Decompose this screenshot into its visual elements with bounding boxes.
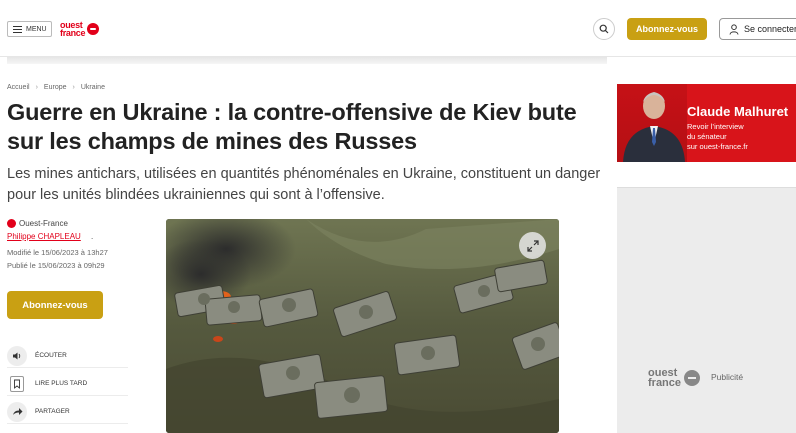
author-link[interactable]: Philippe CHAPLEAU — [7, 232, 81, 241]
site-header: MENU ouest france Abonnez-vous Se connec… — [0, 0, 796, 57]
listen-label: ÉCOUTER — [35, 352, 67, 359]
author-suffix: . — [91, 232, 94, 241]
breadcrumb: Accueil › Europe › Ukraine — [7, 84, 105, 91]
source-label: Ouest-France — [19, 219, 68, 228]
connect-label: Se connecter — [744, 24, 796, 34]
share-icon — [7, 401, 27, 422]
breadcrumb-item-accueil[interactable]: Accueil — [7, 84, 30, 91]
hamburger-icon — [13, 25, 22, 33]
article-photo[interactable] — [166, 219, 559, 433]
header-divider — [7, 57, 607, 64]
ad-line-1: Revoir l’interview — [687, 122, 744, 131]
listen-button[interactable]: ÉCOUTER — [7, 344, 128, 368]
expand-image-button[interactable] — [519, 232, 546, 259]
ouest-france-icon — [7, 219, 16, 228]
search-icon — [599, 24, 609, 34]
logo-mark-icon — [684, 370, 701, 386]
ad-ouest-france-logo: ouest france — [648, 368, 701, 389]
logo-text-line2: france — [60, 28, 86, 38]
ad-portrait-image — [617, 84, 687, 162]
expand-icon — [526, 239, 539, 252]
advertisement-label: Publicité — [711, 372, 744, 382]
ad-line-3: sur ouest-france.fr — [687, 142, 748, 151]
pub-logo-line2: france — [648, 377, 682, 389]
article-source: Ouest-France — [7, 219, 68, 228]
chevron-right-icon: › — [35, 84, 38, 91]
ouest-france-logo[interactable]: ouest france — [60, 21, 100, 38]
user-icon — [729, 23, 739, 35]
subscribe-button-header[interactable]: Abonnez-vous — [627, 18, 707, 40]
chevron-right-icon: › — [72, 84, 75, 91]
read-later-button[interactable]: LIRE PLUS TARD — [7, 372, 128, 396]
advertisement-slot — [617, 187, 796, 433]
breadcrumb-item-ukraine[interactable]: Ukraine — [81, 84, 105, 91]
read-later-label: LIRE PLUS TARD — [35, 380, 88, 387]
subscribe-button-article[interactable]: Abonnez-vous — [7, 291, 103, 319]
ad-line-2: du sénateur — [687, 132, 727, 141]
logo-mark-icon — [87, 23, 100, 35]
share-label: PARTAGER — [35, 408, 70, 415]
article-title: Guerre en Ukraine : la contre-offensive … — [7, 99, 577, 154]
published-date: Publié le 15/06/2023 à 09h29 — [7, 261, 105, 270]
menu-button[interactable]: MENU — [7, 21, 52, 37]
connect-button[interactable]: Se connecter — [719, 18, 796, 40]
share-button[interactable]: PARTAGER — [7, 400, 128, 424]
modified-date: Modifié le 15/06/2023 à 13h27 — [7, 248, 108, 257]
bookmark-icon — [10, 375, 24, 392]
breadcrumb-item-europe[interactable]: Europe — [44, 84, 67, 91]
sidebar-ad-banner[interactable]: Claude Malhuret Revoir l’interview du sé… — [617, 84, 796, 162]
article-subtitle: Les mines antichars, utilisées en quanti… — [7, 166, 601, 203]
destroyed-tanks-image — [166, 219, 559, 433]
ad-title: Claude Malhuret — [687, 104, 789, 119]
speaker-icon — [7, 345, 27, 366]
menu-label: MENU — [26, 25, 47, 33]
search-button[interactable] — [593, 18, 615, 40]
